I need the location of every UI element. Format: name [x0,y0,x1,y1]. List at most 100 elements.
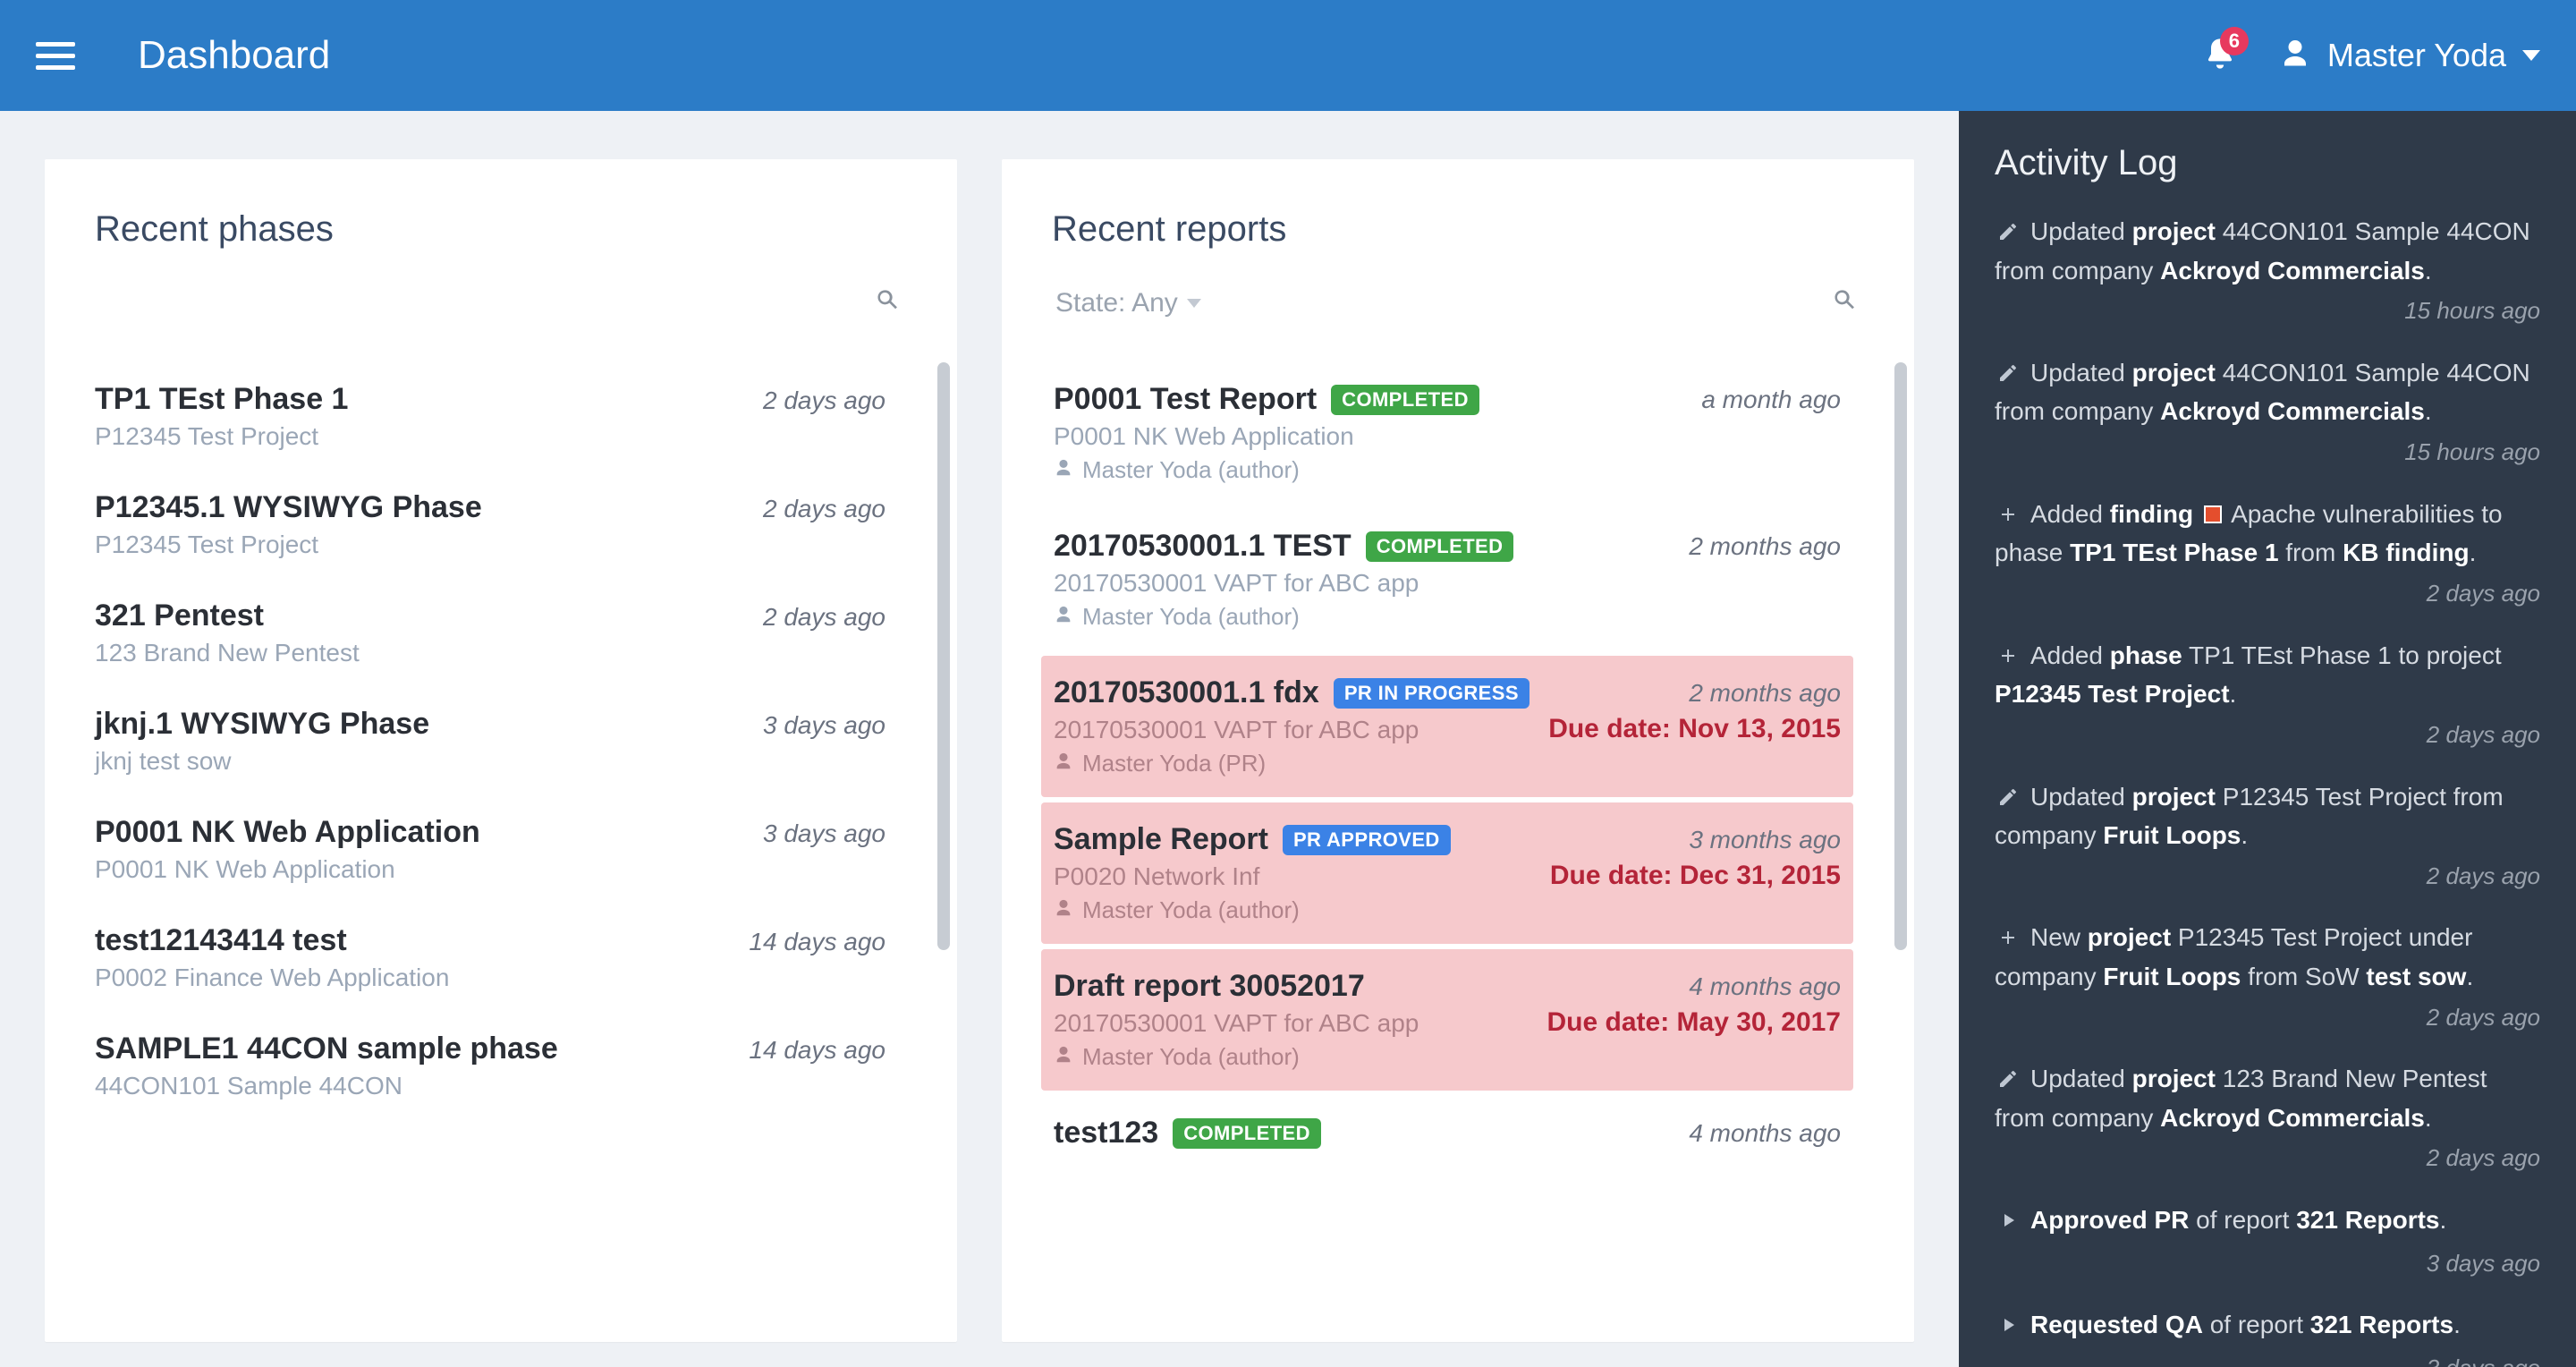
user-icon [1054,1043,1073,1071]
report-item[interactable]: Draft report 30052017 4 months ago 2017053… [1041,949,1853,1091]
phase-ago: 2 days ago [763,386,886,415]
phase-item[interactable]: P0001 NK Web Application3 days agoP0001 … [84,795,896,904]
bell-icon [2202,60,2238,75]
phase-item[interactable]: P12345.1 WYSIWYG Phase 2 days ago P12345 T… [84,471,896,579]
report-item[interactable]: test123COMPLETED4 months ago [1041,1096,1853,1170]
activity-log-item[interactable]: Approved PR of report 321 Reports.3 days… [1995,1202,2540,1280]
user-icon [2279,38,2311,74]
search-phases-button[interactable] [868,280,907,327]
activity-text: Updated project P12345 Test Project from… [1995,783,2504,850]
report-title: Draft report 30052017 [1054,969,1365,1004]
pencil-icon [1995,358,2021,395]
phase-project: P0002 Finance Web Application [95,964,886,992]
pencil-icon [1995,782,2021,819]
activity-log-item[interactable]: Requested QA of report 321 Reports. 3 day… [1995,1307,2540,1367]
chevron-down-icon [2522,50,2540,61]
notifications-button[interactable]: 6 [2202,36,2238,76]
search-reports-button[interactable] [1825,280,1864,327]
menu-toggle-button[interactable] [36,42,75,70]
report-item[interactable]: 20170530001.1 TESTCOMPLETED2 months ago2… [1041,509,1853,650]
phase-ago: 2 days ago [763,495,886,523]
notification-count-badge: 6 [2220,27,2249,55]
status-badge: PR APPROVED [1283,825,1451,855]
activity-text: Requested QA of report 321 Reports. [2030,1311,2461,1338]
report-ago: 4 months ago [1689,972,1841,1001]
phase-item[interactable]: SAMPLE1 44CON sample phase 14 days ago 44C… [84,1012,896,1120]
activity-log-item[interactable]: Added finding Apache vulnerabilities to … [1995,497,2540,611]
phase-project: P12345 Test Project [95,531,886,559]
plus-icon [1995,641,2021,677]
phase-ago: 14 days ago [749,928,886,956]
activity-text: Updated project 123 Brand New Pentest fr… [1995,1065,2487,1132]
report-ago: a month ago [1701,386,1841,414]
phase-title: test12143414 test [95,923,347,958]
activity-log-item[interactable]: Added phase TP1 TEst Phase 1 to project … [1995,638,2540,752]
status-badge: COMPLETED [1366,531,1514,562]
activity-ago: 2 days ago [1995,718,2540,752]
activity-log-item[interactable]: Updated project 44CON101 Sample 44CON fr… [1995,214,2540,328]
report-author: Master Yoda (PR) [1054,750,1548,777]
report-due-date: Due date: Nov 13, 2015 [1548,714,1841,744]
card-title: Recent reports [1002,159,1914,273]
activity-title: Activity Log [1995,143,2540,183]
chevron-down-icon [1187,299,1201,308]
state-filter-dropdown[interactable]: State: Any [1045,283,1212,324]
activity-ago: 2 days ago [1995,1142,2540,1176]
phase-ago: 2 days ago [763,603,886,632]
phase-project: jknj test sow [95,747,886,776]
report-project: 20170530001 VAPT for ABC app [1054,1009,1547,1038]
status-badge: PR IN PROGRESS [1334,678,1530,709]
pencil-icon [1995,1064,2021,1100]
activity-log-panel: Activity Log Updated project 44CON101 Sa… [1959,111,2576,1367]
topbar: Dashboard 6 Master Yoda [0,0,2576,111]
report-ago: 4 months ago [1689,1119,1841,1148]
phase-item[interactable]: 321 Pentest 2 days ago 123 Brand New Pente… [84,579,896,687]
report-project: 20170530001 VAPT for ABC app [1054,569,1841,598]
report-due-date: Due date: Dec 31, 2015 [1550,861,1841,891]
activity-log-item[interactable]: Updated project P12345 Test Project from… [1995,779,2540,894]
report-item[interactable]: Sample ReportPR APPROVED3 months agoP002… [1041,802,1853,944]
recent-phases-card: Recent phases TP1 TEst Phase 12 days ago… [45,159,957,1342]
plus-icon [1995,499,2021,536]
report-item[interactable]: P0001 Test Report COMPLETED a month ago P00… [1041,362,1853,504]
phase-title: SAMPLE1 44CON sample phase [95,1032,558,1066]
phase-title: jknj.1 WYSIWYG Phase [95,707,429,742]
activity-text: Added finding Apache vulnerabilities to … [1995,500,2503,567]
phase-item[interactable]: jknj.1 WYSIWYG Phase 3 days ago jknj test … [84,687,896,795]
phase-project: 44CON101 Sample 44CON [95,1072,886,1100]
report-item[interactable]: 20170530001.1 fdxPR IN PROGRESS2 months … [1041,656,1853,797]
report-ago: 2 months ago [1689,532,1841,561]
report-project: P0001 NK Web Application [1054,422,1841,451]
status-badge: COMPLETED [1331,385,1479,415]
phase-ago: 3 days ago [763,711,886,740]
phase-item[interactable]: TP1 TEst Phase 12 days agoP12345 Test Pr… [84,362,896,471]
phase-title: 321 Pentest [95,599,264,633]
activity-log-item[interactable]: New project P12345 Test Project under co… [1995,920,2540,1034]
user-icon [1054,603,1073,631]
report-title: P0001 Test Report [1054,382,1317,417]
user-icon [1054,750,1073,777]
activity-log-item[interactable]: Updated project 123 Brand New Pentest fr… [1995,1061,2540,1176]
recent-reports-card: Recent reports State: Any P0001 Test Rep… [1002,159,1914,1342]
activity-log-item[interactable]: Updated project 44CON101 Sample 44CON fr… [1995,355,2540,470]
activity-text: Updated project 44CON101 Sample 44CON fr… [1995,217,2530,284]
phase-title: P0001 NK Web Application [95,815,480,850]
report-ago: 3 months ago [1689,826,1841,854]
phase-project: 123 Brand New Pentest [95,639,886,667]
scrollbar[interactable] [937,362,950,950]
report-project: 20170530001 VAPT for ABC app [1054,716,1548,744]
activity-ago: 2 days ago [1995,577,2540,611]
page-title: Dashboard [138,33,330,78]
plus-icon [1995,922,2021,959]
phase-project: P0001 NK Web Application [95,855,886,884]
phase-ago: 14 days ago [749,1036,886,1065]
report-title: test123 [1054,1116,1158,1150]
scrollbar[interactable] [1894,362,1907,950]
activity-text: Updated project 44CON101 Sample 44CON fr… [1995,359,2530,426]
user-menu[interactable]: Master Yoda [2279,37,2540,74]
phase-title: P12345.1 WYSIWYG Phase [95,490,482,525]
phase-item[interactable]: test12143414 test 14 days ago P0002 Financ… [84,904,896,1012]
activity-ago: 3 days ago [1995,1352,2540,1367]
activity-text: Approved PR of report 321 Reports. [2030,1206,2446,1234]
activity-ago: 15 hours ago [1995,436,2540,470]
